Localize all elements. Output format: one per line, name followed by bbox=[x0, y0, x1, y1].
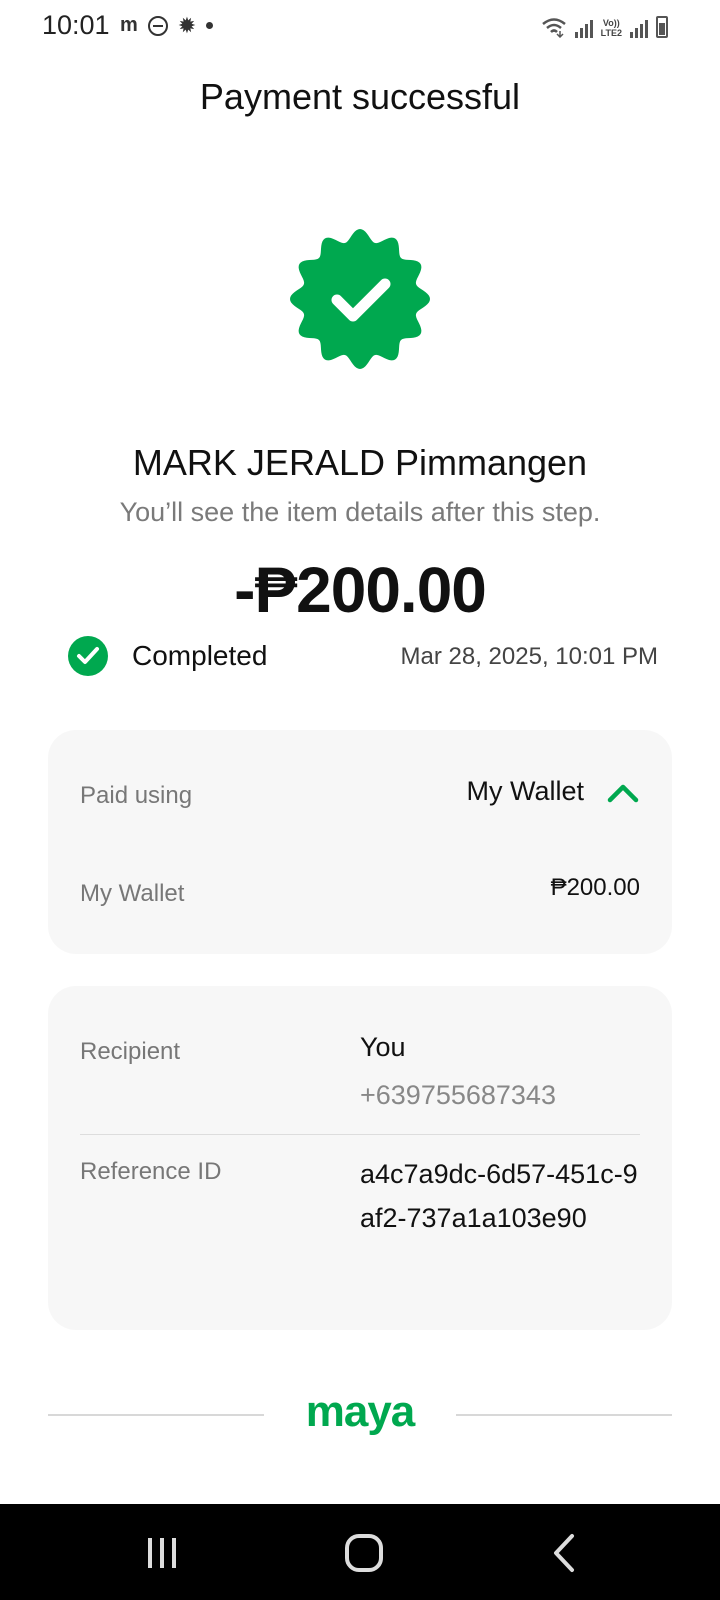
amount: -₱200.00 bbox=[234, 554, 487, 626]
do-not-disturb-icon bbox=[147, 15, 168, 36]
subtitle: You’ll see the item details after this s… bbox=[119, 497, 601, 527]
wallet-amount: ₱200.00 bbox=[550, 874, 640, 901]
page-title: Payment successful bbox=[199, 76, 521, 117]
battery-icon bbox=[656, 16, 668, 38]
transaction-details-card: Recipient You +639755687343 Reference ID… bbox=[48, 986, 672, 1330]
status-left-icons: m ✹ bbox=[120, 12, 214, 38]
status-bar: 10:01 m ✹ Vo)) LTE2 bbox=[0, 0, 720, 52]
recipient-label: Recipient bbox=[80, 1038, 181, 1065]
notification-dot-icon bbox=[206, 22, 214, 29]
badge-shape bbox=[290, 229, 430, 369]
paid-using-value[interactable]: My Wallet bbox=[466, 776, 584, 807]
chevron-up-icon[interactable] bbox=[606, 782, 640, 804]
reference-id-label: Reference ID bbox=[80, 1158, 222, 1185]
signal-icon bbox=[574, 18, 593, 38]
status-time: 10:01 bbox=[42, 10, 110, 40]
recent-apps-icon[interactable] bbox=[132, 1528, 192, 1578]
reference-id-value[interactable]: a4c7a9dc-6d57-451c-9af2-737a1a103e90 bbox=[360, 1152, 650, 1240]
back-icon[interactable] bbox=[536, 1528, 596, 1578]
transaction-date: Mar 28, 2025, 10:01 PM bbox=[400, 643, 658, 670]
maya-logo: maya bbox=[305, 1387, 416, 1436]
recipient-value: You bbox=[360, 1032, 406, 1062]
signal-icon bbox=[630, 18, 648, 38]
status-label: Completed bbox=[132, 640, 268, 671]
status-row: Completed Mar 28, 2025, 10:01 PM bbox=[68, 634, 658, 678]
status-right-icons: Vo)) LTE2 bbox=[541, 14, 668, 38]
system-nav-bar bbox=[0, 1504, 720, 1600]
settings-icon: ✹ bbox=[177, 12, 197, 38]
divider bbox=[80, 1134, 640, 1135]
wallet-label: My Wallet bbox=[80, 880, 185, 907]
paid-using-label: Paid using bbox=[80, 782, 193, 809]
recipient-phone: +639755687343 bbox=[360, 1080, 556, 1110]
recipient-name: MARK JERALD Pimmangen bbox=[132, 442, 588, 483]
wifi-icon bbox=[541, 18, 566, 38]
divider bbox=[456, 1414, 672, 1416]
volte-lte2-icon: Vo)) LTE2 bbox=[600, 18, 622, 38]
footer-brand: maya bbox=[48, 1390, 672, 1440]
payment-method-card: Paid using My Wallet My Wallet ₱200.00 bbox=[48, 730, 672, 954]
home-icon[interactable] bbox=[334, 1528, 394, 1578]
messenger-notification-icon: m bbox=[120, 14, 138, 36]
verified-check-badge-icon bbox=[290, 229, 430, 369]
check-circle-icon bbox=[68, 636, 108, 676]
